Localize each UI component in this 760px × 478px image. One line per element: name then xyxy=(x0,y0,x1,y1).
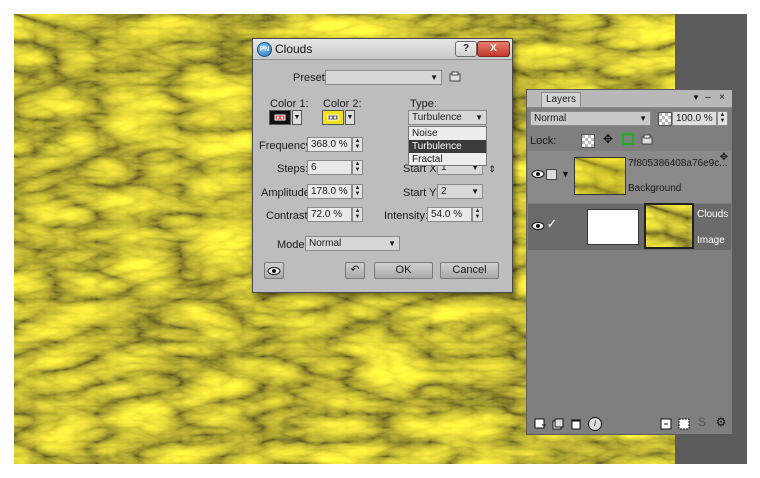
lock-link-icon[interactable] xyxy=(641,134,653,150)
cancel-button[interactable]: Cancel xyxy=(440,262,499,279)
chevron-down-icon: ▼ xyxy=(639,114,647,123)
lock-move-icon[interactable]: ✥ xyxy=(601,133,615,145)
lock-selection-icon[interactable] xyxy=(622,133,634,145)
layer-effects-icon[interactable] xyxy=(678,418,690,434)
lock-transparency-icon[interactable] xyxy=(581,134,595,148)
steps-field[interactable]: 6 xyxy=(307,160,352,175)
mode-dropdown[interactable]: Normal ▼ xyxy=(305,236,400,251)
spin-arrows-icon[interactable]: ▲ ▼ xyxy=(472,207,483,222)
spin-arrows-icon[interactable]: ▲ ▼ xyxy=(352,160,363,175)
amplitude-label: Amplitude: xyxy=(261,187,313,199)
preset-dropdown[interactable]: ▼ xyxy=(325,70,442,85)
chevron-down-icon: ▼ xyxy=(430,73,438,82)
color2-label: Color 2: xyxy=(323,98,362,110)
type-option-turbulence[interactable]: Turbulence xyxy=(409,140,486,153)
close-button[interactable]: X xyxy=(477,41,510,57)
lock-label: Lock: xyxy=(530,135,557,147)
opacity-checker-icon xyxy=(658,112,672,126)
spin-arrows-icon[interactable]: ▲ ▼ xyxy=(352,184,363,199)
color1-swatch[interactable] xyxy=(269,110,291,125)
merge-layer-icon[interactable] xyxy=(660,418,672,434)
eye-icon xyxy=(267,267,281,279)
blend-mode-value: Normal xyxy=(534,113,567,124)
layer-style-icon[interactable]: S xyxy=(696,416,708,428)
duplicate-layer-icon[interactable] xyxy=(552,418,564,434)
spin-arrows-icon[interactable]: ▲ ▼ xyxy=(717,111,728,126)
checkmark-icon[interactable]: ✓ xyxy=(546,217,558,230)
layer-select-checkbox[interactable] xyxy=(546,169,557,180)
link-toggle-icon[interactable]: ⇕ xyxy=(488,163,496,177)
amplitude-field[interactable]: 178.0 % xyxy=(307,184,352,199)
spin-arrows-icon[interactable]: ▲ ▼ xyxy=(352,207,363,222)
spin-arrows-icon[interactable]: ▲ ▼ xyxy=(352,137,363,152)
type-label: Type: xyxy=(410,98,437,110)
reset-button[interactable]: ↶ xyxy=(345,262,365,279)
color2-dropdown[interactable]: ▼ xyxy=(345,110,355,125)
blend-mode-dropdown[interactable]: Normal ▼ xyxy=(530,111,651,126)
chevron-down-icon: ▼ xyxy=(471,187,479,196)
frequency-field[interactable]: 368.0 % xyxy=(307,137,352,152)
opacity-field[interactable]: 100.0 % xyxy=(672,111,717,126)
mode-label: Mode: xyxy=(277,239,308,251)
new-layer-icon[interactable] xyxy=(534,418,546,434)
color2-swatch[interactable] xyxy=(322,110,344,125)
color1-dropdown[interactable]: ▼ xyxy=(292,110,302,125)
layer2-name: Clouds xyxy=(697,209,729,220)
panel-menu-icon[interactable]: ▼ xyxy=(692,92,700,104)
app-icon: PN xyxy=(257,42,272,57)
dialog-titlebar[interactable]: PN Clouds ? X xyxy=(253,39,512,60)
tab-layers[interactable]: Layers xyxy=(541,92,582,107)
layer-thumbnail[interactable] xyxy=(644,203,694,249)
layer1-sub: Background xyxy=(628,183,682,194)
contrast-label: Contrast: xyxy=(266,210,311,222)
type-options-list[interactable]: Noise Turbulence Fractal xyxy=(408,126,487,166)
clouds-dialog: PN Clouds ? X Preset: ▼ Color 1: ▼ Color… xyxy=(252,38,513,293)
undo-icon: ↶ xyxy=(350,264,360,276)
gear-icon[interactable]: ⚙ xyxy=(715,416,727,428)
preview-toggle-button[interactable] xyxy=(264,262,284,279)
type-dropdown[interactable]: Turbulence ▼ xyxy=(408,110,487,125)
starty-value: 2 xyxy=(441,186,447,197)
layer-move-icon[interactable]: ✥ xyxy=(719,152,729,164)
layer-visibility-eye-icon[interactable] xyxy=(531,221,545,235)
intensity-label: Intensity: xyxy=(384,210,429,222)
delete-layer-icon[interactable] xyxy=(570,418,582,434)
layer-mask-thumbnail[interactable] xyxy=(587,209,639,245)
ok-button[interactable]: OK xyxy=(374,262,433,279)
color1-label: Color 1: xyxy=(270,98,309,110)
chevron-down-icon: ▼ xyxy=(475,113,483,122)
dialog-title: Clouds xyxy=(275,42,313,56)
starty-dropdown[interactable]: 2 ▼ xyxy=(437,184,483,199)
preset-label: Preset: xyxy=(293,72,328,84)
help-button[interactable]: ? xyxy=(455,41,477,57)
intensity-field[interactable]: 54.0 % xyxy=(427,207,472,222)
layer-visibility-eye-icon[interactable] xyxy=(531,169,545,183)
expand-triangle-icon[interactable]: ▼ xyxy=(561,168,570,180)
chevron-down-icon: ▼ xyxy=(388,239,396,248)
steps-label: Steps: xyxy=(277,163,309,175)
type-option-fractal[interactable]: Fractal xyxy=(409,153,486,166)
frequency-label: Frequency: xyxy=(259,140,315,152)
mode-value: Normal xyxy=(309,238,342,249)
layer2-sub: Image xyxy=(697,235,725,246)
layer-info-icon[interactable]: i xyxy=(588,417,602,431)
save-preset-icon[interactable] xyxy=(449,71,461,83)
type-option-noise[interactable]: Noise xyxy=(409,127,486,140)
type-value: Turbulence xyxy=(412,112,462,123)
layers-panel-header: Layers ▼ – × xyxy=(527,90,732,108)
close-icon[interactable]: × xyxy=(717,92,727,104)
layers-panel: Layers ▼ – × Normal ▼ 100.0 % ▲ ▼ Lock: ✥ … xyxy=(526,89,733,435)
layer-thumbnail[interactable] xyxy=(574,157,626,195)
layer1-name: 7f805386408a76e9c... xyxy=(628,158,728,169)
minimize-icon[interactable]: – xyxy=(704,92,712,104)
contrast-field[interactable]: 72.0 % xyxy=(307,207,352,222)
starty-label: Start Y: xyxy=(403,187,439,199)
